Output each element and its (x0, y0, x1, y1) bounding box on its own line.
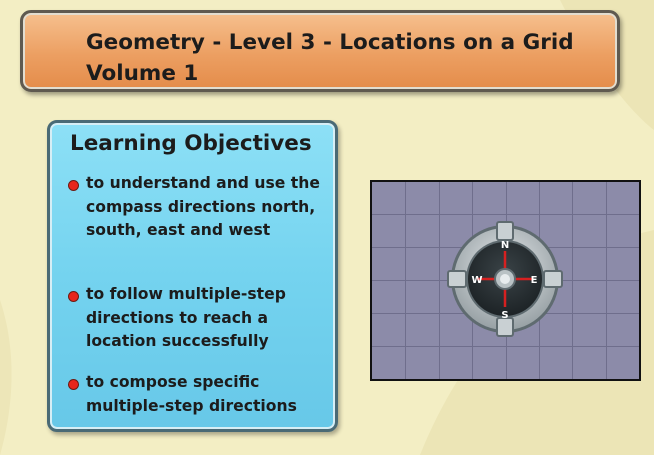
objective-item-3: to compose specific multiple-step direct… (86, 373, 297, 415)
title-banner: Geometry - Level 3 - Locations on a Grid… (20, 10, 620, 92)
compass-icon: N S W E (447, 221, 563, 337)
compass-west-label: W (471, 275, 482, 286)
compass-south-label: S (501, 310, 508, 321)
compass-north-label: N (501, 240, 509, 251)
title-line-1: Geometry - Level 3 - Locations on a Grid (86, 30, 574, 55)
learning-objectives-panel: Learning Objectives to understand and us… (47, 120, 338, 432)
bullet-icon (68, 291, 79, 302)
bullet-icon (68, 180, 79, 191)
objectives-heading: Learning Objectives (70, 131, 312, 156)
objective-item-1: to understand and use the compass direct… (86, 174, 320, 239)
page-title: Geometry - Level 3 - Locations on a Grid… (86, 27, 606, 89)
objective-item-2: to follow multiple-step directions to re… (86, 285, 286, 350)
title-line-2: Volume 1 (86, 61, 199, 86)
bullet-icon (68, 379, 79, 390)
compass-east-label: E (531, 275, 538, 286)
